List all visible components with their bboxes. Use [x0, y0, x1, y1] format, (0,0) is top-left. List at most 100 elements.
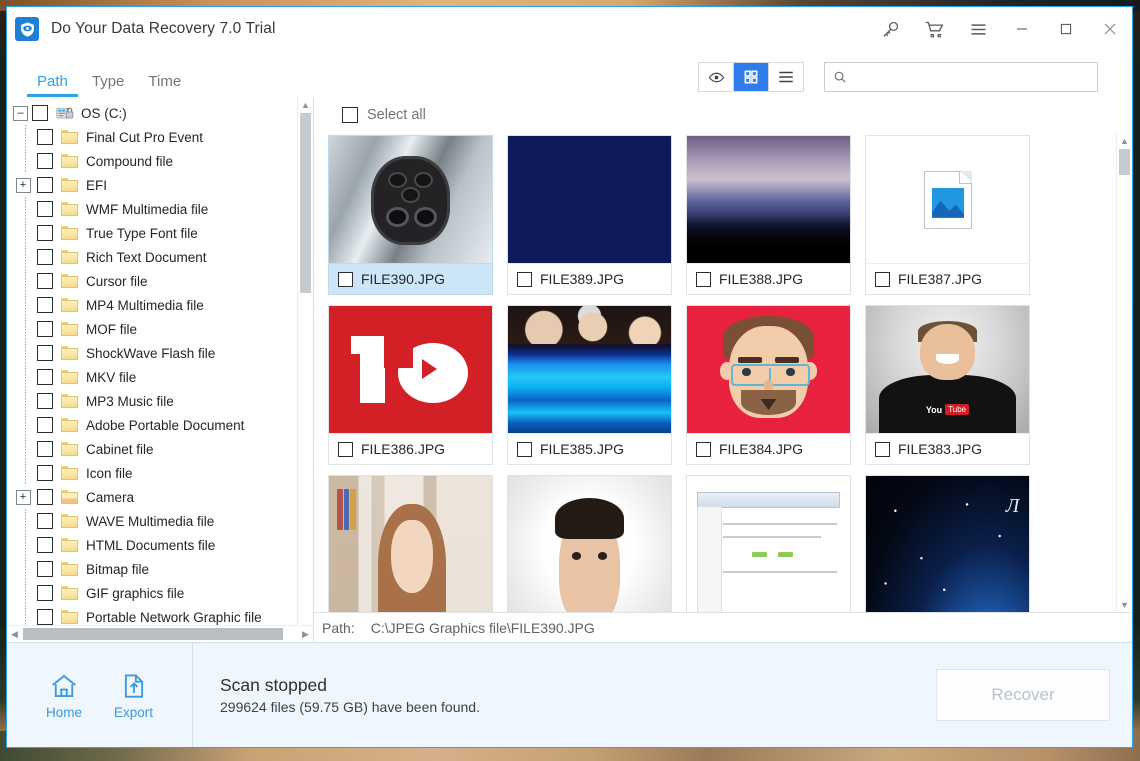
file-caption[interactable]: FILE386.JPG [329, 433, 492, 464]
tree-row[interactable]: GIF graphics file [7, 581, 313, 605]
file-tile[interactable]: FILE384.JPG [686, 305, 851, 465]
file-checkbox[interactable] [338, 272, 353, 287]
file-thumbnail[interactable] [508, 476, 671, 612]
tree-checkbox[interactable] [37, 609, 53, 625]
tree-checkbox[interactable] [37, 465, 53, 481]
tree-checkbox[interactable] [32, 105, 48, 121]
grid-scroll-thumb[interactable] [1119, 149, 1130, 175]
maximize-icon[interactable] [1044, 7, 1088, 51]
grid-scroll-down-icon[interactable]: ▼ [1117, 597, 1132, 612]
tree-checkbox[interactable] [37, 513, 53, 529]
expand-toggle-icon[interactable]: + [16, 178, 31, 193]
scroll-thumb[interactable] [300, 113, 311, 293]
tree-checkbox[interactable] [37, 297, 53, 313]
tab-path[interactable]: Path [25, 73, 80, 97]
tree-row[interactable]: Compound file [7, 149, 313, 173]
tree-checkbox[interactable] [37, 585, 53, 601]
tree-row[interactable]: Final Cut Pro Event [7, 125, 313, 149]
cart-icon[interactable] [912, 7, 956, 51]
file-tile[interactable]: YouTubeFILE383.JPG [865, 305, 1030, 465]
tree-row[interactable]: ShockWave Flash file [7, 341, 313, 365]
tree-checkbox[interactable] [37, 177, 53, 193]
tree-row[interactable]: MKV file [7, 365, 313, 389]
scroll-thumb-horizontal[interactable] [23, 628, 283, 640]
tree-row[interactable]: Icon file [7, 461, 313, 485]
file-checkbox[interactable] [875, 272, 890, 287]
tree-checkbox[interactable] [37, 489, 53, 505]
tree-row[interactable]: WAVE Multimedia file [7, 509, 313, 533]
tree-checkbox[interactable] [37, 273, 53, 289]
file-caption[interactable]: FILE390.JPG [329, 263, 492, 294]
tree-horizontal-scrollbar[interactable]: ◀ ▶ [7, 625, 313, 642]
select-all-checkbox[interactable] [342, 107, 358, 123]
file-tile[interactable]: FILE389.JPG [507, 135, 672, 295]
file-thumbnail[interactable] [329, 476, 492, 612]
file-tile[interactable] [328, 475, 493, 612]
file-tile[interactable]: FILE387.JPG [865, 135, 1030, 295]
tree-checkbox[interactable] [37, 153, 53, 169]
file-checkbox[interactable] [517, 442, 532, 457]
file-thumbnail[interactable] [329, 306, 492, 433]
tree-row[interactable]: Cabinet file [7, 437, 313, 461]
tree-checkbox[interactable] [37, 441, 53, 457]
file-caption[interactable]: FILE383.JPG [866, 433, 1029, 464]
file-caption[interactable]: FILE384.JPG [687, 433, 850, 464]
tree-checkbox[interactable] [37, 225, 53, 241]
file-checkbox[interactable] [696, 442, 711, 457]
file-thumbnail[interactable] [329, 136, 492, 263]
tree-row[interactable]: Portable Network Graphic file [7, 605, 313, 625]
tab-type[interactable]: Type [80, 73, 137, 97]
key-icon[interactable] [868, 7, 912, 51]
file-tile[interactable]: FILE385.JPG [507, 305, 672, 465]
grid-view-button[interactable] [734, 63, 769, 91]
tree-vertical-scrollbar[interactable]: ▲ [297, 97, 313, 642]
file-thumbnail[interactable] [508, 136, 671, 263]
file-thumbnail[interactable] [866, 136, 1029, 263]
file-tile[interactable]: FILE388.JPG [686, 135, 851, 295]
tree-checkbox[interactable] [37, 393, 53, 409]
file-tile[interactable] [686, 475, 851, 612]
tree-row[interactable]: Adobe Portable Document [7, 413, 313, 437]
tree-checkbox[interactable] [37, 369, 53, 385]
minimize-icon[interactable] [1000, 7, 1044, 51]
scroll-up-icon[interactable]: ▲ [298, 97, 313, 112]
tree-checkbox[interactable] [37, 129, 53, 145]
home-button[interactable]: Home [46, 671, 82, 720]
file-caption[interactable]: FILE388.JPG [687, 263, 850, 294]
search-box[interactable] [824, 62, 1098, 92]
scroll-left-icon[interactable]: ◀ [7, 629, 22, 640]
search-input[interactable] [853, 69, 1089, 86]
select-all-row[interactable]: Select all [314, 97, 1132, 133]
tree-row[interactable]: +EFI [7, 173, 313, 197]
tree-checkbox[interactable] [37, 345, 53, 361]
file-thumbnail[interactable] [687, 306, 850, 433]
tree-checkbox[interactable] [37, 417, 53, 433]
grid-vertical-scrollbar[interactable]: ▲ ▼ [1116, 133, 1132, 612]
export-button[interactable]: Export [114, 671, 153, 720]
list-view-button[interactable] [769, 63, 803, 91]
file-checkbox[interactable] [875, 442, 890, 457]
menu-icon[interactable] [956, 7, 1000, 51]
file-tile[interactable]: FILE390.JPG [328, 135, 493, 295]
file-thumbnail[interactable] [508, 306, 671, 433]
file-caption[interactable]: FILE385.JPG [508, 433, 671, 464]
scroll-right-icon[interactable]: ▶ [298, 629, 313, 640]
tree-row[interactable]: +Camera [7, 485, 313, 509]
tree-row[interactable]: MP3 Music file [7, 389, 313, 413]
file-tile[interactable]: Л [865, 475, 1030, 612]
recover-button[interactable]: Recover [936, 669, 1110, 721]
tree-checkbox[interactable] [37, 537, 53, 553]
expand-toggle-icon[interactable]: + [16, 490, 31, 505]
tree-row[interactable]: Cursor file [7, 269, 313, 293]
file-thumbnail[interactable]: Л [866, 476, 1029, 612]
tree-checkbox[interactable] [37, 561, 53, 577]
file-checkbox[interactable] [696, 272, 711, 287]
tree-checkbox[interactable] [37, 249, 53, 265]
grid-scroll-up-icon[interactable]: ▲ [1117, 133, 1132, 148]
file-checkbox[interactable] [338, 442, 353, 457]
tab-time[interactable]: Time [136, 73, 193, 97]
tree-checkbox[interactable] [37, 321, 53, 337]
collapse-toggle-icon[interactable]: – [13, 106, 28, 121]
tree-row[interactable]: MP4 Multimedia file [7, 293, 313, 317]
tree-row[interactable]: True Type Font file [7, 221, 313, 245]
